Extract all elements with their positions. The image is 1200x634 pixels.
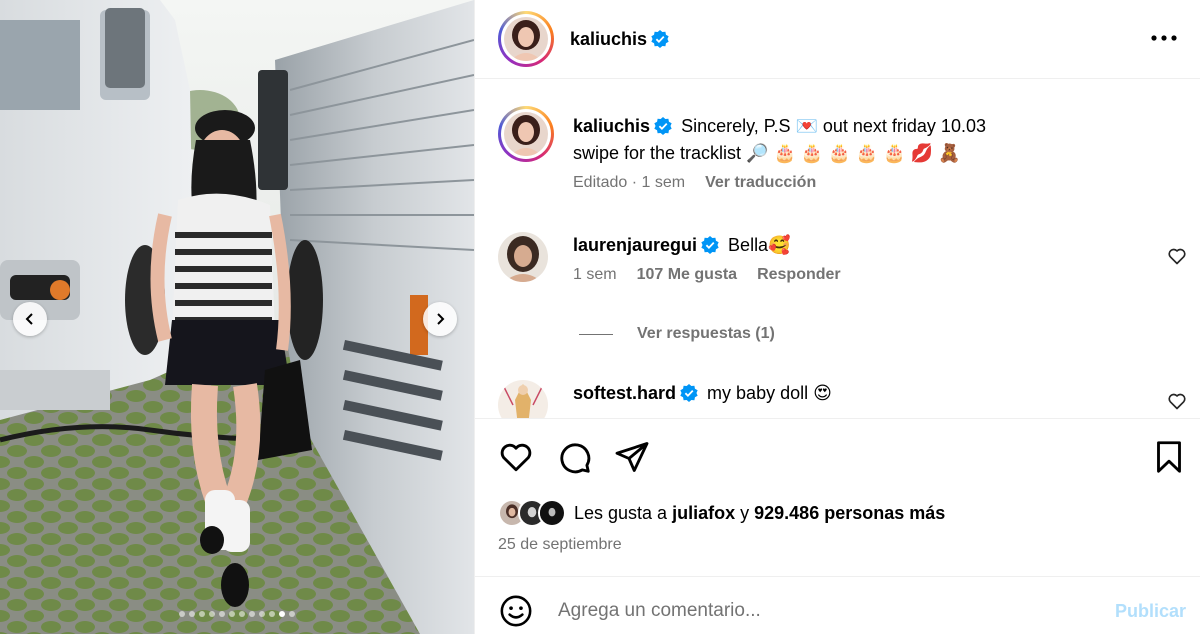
verified-badge-icon [654, 117, 672, 135]
chevron-left-icon [25, 313, 33, 325]
comment-body: softest.hard my baby doll 😍 [573, 380, 1151, 407]
carousel-indicator [0, 611, 474, 617]
carousel-dot [239, 611, 245, 617]
commenter-avatar[interactable] [498, 380, 548, 418]
carousel-dot [249, 611, 255, 617]
chevron-right-icon [437, 313, 445, 325]
caption-body: kaliuchis Sincerely, P.S 💌 out next frid… [573, 113, 1151, 193]
caption-text-line1: Sincerely, P.S 💌 out next friday 10.03 [681, 116, 986, 136]
comment-composer: Publicar [475, 576, 1200, 634]
likes-count-link[interactable]: 929.486 personas más [754, 503, 945, 523]
share-icon[interactable] [614, 439, 650, 475]
comment-username[interactable]: laurenjauregui [573, 235, 697, 255]
more-options-button[interactable] [1148, 22, 1180, 54]
carousel-dot [199, 611, 205, 617]
carousel-dot [269, 611, 275, 617]
carousel-dot [259, 611, 265, 617]
post-dialog: kaliuchis kaliuchis Sincerely, P.S 💌 out… [0, 0, 1200, 634]
carousel-dot [279, 611, 285, 617]
likes-prefix: Les gusta a [574, 502, 668, 523]
liker-avatar[interactable] [538, 499, 566, 527]
comment-age[interactable]: 1 sem [573, 265, 617, 285]
meta-separator: · [631, 174, 638, 191]
post-date[interactable]: 25 de septiembre [498, 536, 622, 554]
publish-button[interactable]: Publicar [1115, 601, 1186, 622]
likes-summary: Les gusta a juliafox y 929.486 personas … [498, 499, 945, 527]
carousel-dot [229, 611, 235, 617]
comments-list[interactable]: kaliuchis Sincerely, P.S 💌 out next frid… [475, 80, 1200, 418]
likes-connector: y [740, 502, 750, 523]
comment-username[interactable]: softest.hard [573, 383, 676, 403]
reply-button[interactable]: Responder [757, 265, 841, 285]
more-options-icon [1151, 35, 1177, 41]
comment-icon[interactable] [556, 439, 592, 475]
verified-badge-icon [651, 29, 669, 48]
post-photo [0, 0, 474, 634]
caption-avatar-photo [504, 112, 548, 156]
translate-link[interactable]: Ver traducción [705, 173, 816, 193]
likes-user-link[interactable]: juliafox [672, 503, 735, 523]
comment-like-heart-icon[interactable] [1167, 391, 1187, 411]
caption-avatar[interactable] [498, 106, 554, 162]
likes-text: Les gusta a juliafox y 929.486 personas … [574, 503, 945, 524]
carousel-dot [219, 611, 225, 617]
caption-edited: Editado [573, 174, 628, 191]
carousel-dot [209, 611, 215, 617]
carousel-prev-button[interactable] [13, 302, 47, 336]
author-username[interactable]: kaliuchis [570, 29, 669, 50]
carousel-dot [189, 611, 195, 617]
caption-text-line2: swipe for the tracklist 🔎 🎂 🎂 🎂 🎂 🎂 💋 🧸 [573, 143, 961, 163]
caption-username[interactable]: kaliuchis [573, 116, 650, 136]
heart-icon[interactable] [498, 439, 534, 475]
comment-body: laurenjauregui Bella🥰 1 sem 107 Me gusta… [573, 232, 1151, 285]
view-replies-button[interactable]: Ver respuestas (1) [579, 325, 775, 343]
post-media[interactable] [0, 0, 474, 634]
verified-badge-icon [680, 384, 698, 402]
caption-age[interactable]: 1 sem [642, 174, 686, 191]
carousel-dot [289, 611, 295, 617]
comment-text: my baby doll 😍 [707, 383, 832, 403]
comment-text: Bella🥰 [728, 235, 791, 255]
bookmark-icon[interactable] [1151, 439, 1187, 475]
comment-input[interactable] [558, 591, 1078, 631]
comment-like-heart-icon[interactable] [1167, 246, 1187, 266]
view-replies-label: Ver respuestas (1) [637, 325, 775, 342]
post-header: kaliuchis [475, 0, 1200, 79]
author-avatar-photo [504, 17, 548, 61]
author-avatar[interactable] [498, 11, 554, 67]
commenter-avatar[interactable] [498, 232, 548, 282]
post-side-panel: kaliuchis kaliuchis Sincerely, P.S 💌 out… [474, 0, 1200, 634]
emoji-icon[interactable] [499, 594, 533, 628]
post-actions: Les gusta a juliafox y 929.486 personas … [475, 418, 1200, 578]
carousel-next-button[interactable] [423, 302, 457, 336]
comment-likes[interactable]: 107 Me gusta [637, 265, 737, 285]
carousel-dot [179, 611, 185, 617]
verified-badge-icon [701, 236, 719, 254]
